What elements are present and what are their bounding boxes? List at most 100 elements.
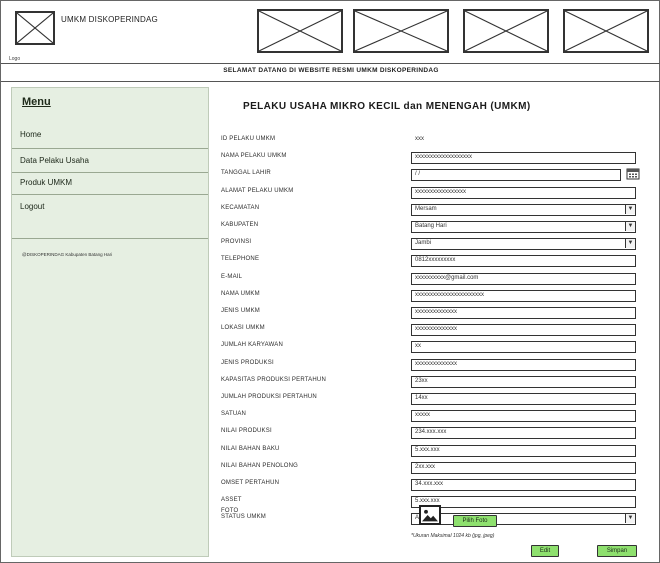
field-value: xxxxxxxxxxxxxxxxxxxxxxx [415,291,484,298]
text-field[interactable]: 234.xxx.xxx [411,427,636,440]
field-value: 0812xxxxxxxxx [415,257,456,264]
banner-image-2-icon [353,9,449,53]
field-label: SATUAN [221,411,247,418]
form-row: JUMLAH PRODUKSI PERTAHUN 14xx [221,391,641,408]
chevron-down-icon[interactable]: ▼ [625,204,635,214]
form-row: ALAMAT PELAKU UMKM xxxxxxxxxxxxxxxxx [221,185,641,202]
text-field[interactable]: 14xx [411,393,636,405]
field-value: 2xx.xxx [415,463,436,470]
dropdown-field[interactable]: Mersam ▼ [411,203,636,216]
text-field[interactable]: xxxxx [411,410,636,423]
image-icon [419,505,441,525]
form-row: ID PELAKU UMKM xxx [221,133,641,150]
field-value: xxxxxxxxxxxxxx [415,360,457,367]
calendar-icon[interactable] [626,167,640,180]
field-value: 34.xxx.xxx [415,481,444,487]
menu-divider [12,148,208,149]
save-button[interactable]: Simpan [597,545,637,557]
form-row: E-MAIL xxxxxxxxxx@gmail.com [221,271,641,288]
field-value: xxx [415,136,424,142]
text-field[interactable]: xxxxxxxxxxxxxx [411,307,636,319]
banner-image-1-icon [257,9,343,53]
app-title: UMKM DISKOPERINDAG [61,15,158,24]
page-title: PELAKU USAHA MIKRO KECIL dan MENENGAH (U… [243,101,531,112]
form-row: NILAI BAHAN PENOLONG 2xx.xxx [221,460,641,477]
field-label: E-MAIL [221,273,243,280]
form-row: TANGGAL LAHIR / / [221,167,641,184]
field-label: JENIS PRODUKSI [221,359,274,366]
sidebar-footer: @DISKOPERINDAG Kabupaten Batang Hari [22,252,113,257]
date-field[interactable]: / / [411,169,621,182]
field-value: Jambi [415,240,432,247]
dropdown-field[interactable]: Batang Hari ▼ [411,221,636,233]
field-label: NILAI BAHAN BAKU [221,445,280,452]
field-value: 234.xxx.xxx [415,429,447,436]
text-field[interactable]: xxxxxxxxxxxxxxxxxxx [411,152,636,165]
text-field[interactable]: xxxxxxxxxx@gmail.com [411,272,636,285]
text-field[interactable]: xxxxxxxxxxxxxx [411,358,636,371]
field-value: 23xx [415,377,428,384]
dropdown-field[interactable]: Jambi ▼ [411,238,636,251]
field-label: OMSET PERTAHUN [221,480,280,486]
read-only-value: xxx [411,135,636,147]
field-label: ALAMAT PELAKU UMKM [221,187,294,194]
text-field[interactable]: xxxxxxxxxxxxxxxxx [411,186,636,199]
field-label: TANGGAL LAHIR [221,170,271,177]
menu-title: Menu [22,96,51,108]
sidebar-item-data-pelaku-usaha[interactable]: Data Pelaku Usaha [12,150,208,172]
text-field[interactable]: 2xx.xxx [411,461,636,474]
photo-label: FOTO [221,508,239,514]
field-value: xx [415,343,421,350]
form-row: OMSET PERTAHUN 34.xxx.xxx [221,477,641,494]
form-row: NAMA PELAKU UMKM xxxxxxxxxxxxxxxxxxx [221,150,641,167]
text-field[interactable]: 5.xxx.xxx [411,444,636,457]
photo-row: FOTO Pilih Foto [221,505,641,531]
field-label: JUMLAH KARYAWAN [221,342,284,349]
text-field[interactable]: xxxxxxxxxxxxxxxxxxxxxxx [411,289,636,302]
text-field[interactable]: 34.xxx.xxx [411,479,636,491]
header-divider [1,63,660,64]
form-row: SATUAN xxxxx [221,408,641,425]
field-value: 14xx [415,395,428,401]
text-field[interactable]: xxxxxxxxxxxxxx [411,324,636,337]
field-value: xxxxx [415,412,430,419]
field-label: KABUPATEN [221,222,259,228]
edit-button[interactable]: Edit [531,545,559,557]
field-value: xxxxxxxxxxxxxxxxx [415,188,466,195]
banner-image-4-icon [563,9,649,53]
menu-divider [12,238,208,239]
form-row: KABUPATEN Batang Hari ▼ [221,219,641,236]
form-row: JENIS PRODUKSI xxxxxxxxxxxxxx [221,357,641,374]
field-label: PROVINSI [221,239,252,246]
field-label: KECAMATAN [221,204,260,211]
field-label: NAMA UMKM [221,290,260,297]
sidebar-item-logout[interactable]: Logout [12,196,208,218]
menu-divider [12,194,208,195]
sidebar-item-home[interactable]: Home [12,124,208,146]
chevron-down-icon[interactable]: ▼ [625,222,635,231]
form-row: NILAI BAHAN BAKU 5.xxx.xxx [221,443,641,460]
text-field[interactable]: 0812xxxxxxxxx [411,255,636,268]
field-label: NILAI PRODUKSI [221,428,272,435]
field-value: Batang Hari [415,223,447,229]
field-value: 5.xxx.xxx [415,446,440,453]
field-value: 5.xxx.xxx [415,498,440,505]
page: UMKM DISKOPERINDAG Logo SELAMAT DATANG D… [0,0,660,563]
form-row: NILAI PRODUKSI 234.xxx.xxx [221,425,641,442]
field-label: ID PELAKU UMKM [221,136,276,142]
field-label: LOKASI UMKM [221,325,265,332]
field-label: NILAI BAHAN PENOLONG [221,462,299,469]
form-row: LOKASI UMKM xxxxxxxxxxxxxx [221,322,641,339]
choose-photo-button[interactable]: Pilih Foto [453,515,497,527]
field-label: JENIS UMKM [221,308,261,314]
form-row: KAPASITAS PRODUKSI PERTAHUN 23xx [221,374,641,391]
chevron-down-icon[interactable]: ▼ [625,239,635,249]
form-row: JUMLAH KARYAWAN xx [221,339,641,356]
field-label: KAPASITAS PRODUKSI PERTAHUN [221,376,326,383]
field-label: JUMLAH PRODUKSI PERTAHUN [221,394,317,400]
field-label: TELEPHONE [221,256,260,263]
field-value: xxxxxxxxxxxxxx [415,309,457,315]
sidebar-item-produk-umkm[interactable]: Produk UMKM [12,172,208,194]
text-field[interactable]: 23xx [411,375,636,388]
text-field[interactable]: xx [411,341,636,354]
